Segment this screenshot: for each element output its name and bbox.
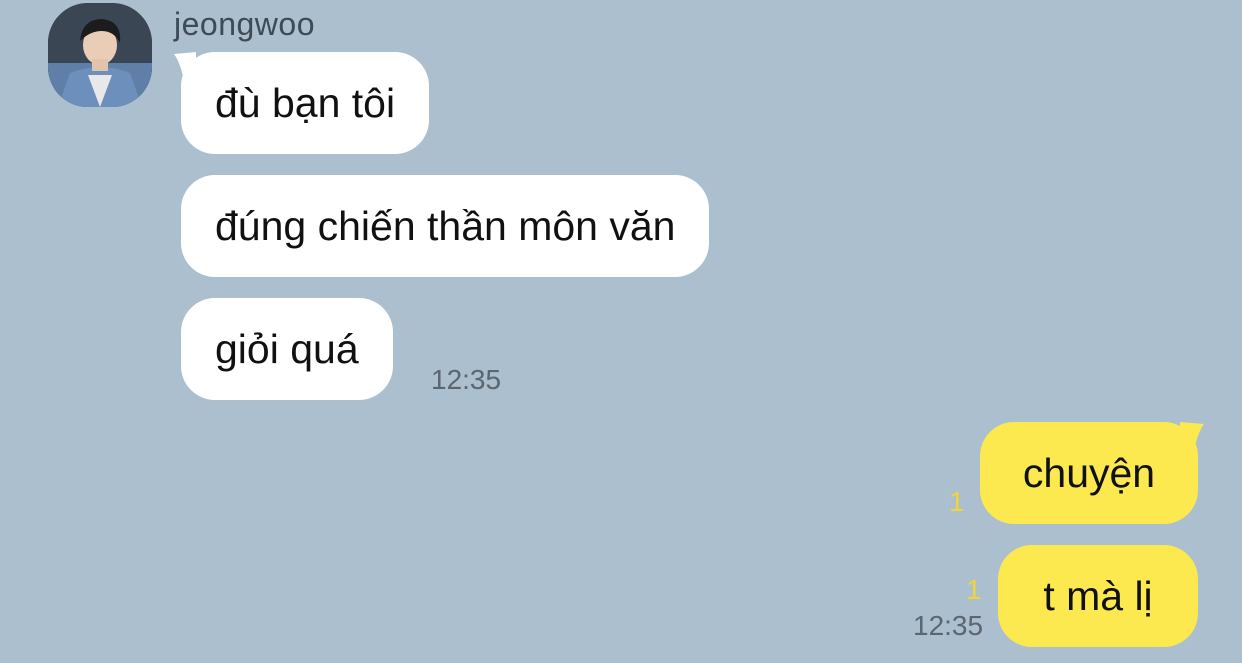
message-text: đù bạn tôi (215, 79, 396, 126)
profile-photo-icon (48, 3, 152, 107)
message-text: chuyện (1022, 449, 1156, 496)
outgoing-timestamp: 12:35 (913, 610, 984, 641)
message-text: giỏi quá (215, 325, 359, 372)
outgoing-message-bubble[interactable]: chuyện (980, 422, 1198, 524)
sender-name: jeongwoo (174, 6, 315, 42)
incoming-timestamp: 12:35 (431, 364, 502, 395)
incoming-message-bubble[interactable]: đúng chiến thần môn văn (181, 175, 710, 277)
incoming-message-bubble[interactable]: giỏi quá (181, 298, 393, 400)
unread-count: 1 (966, 574, 982, 605)
avatar[interactable] (48, 3, 152, 107)
outgoing-message-bubble[interactable]: t mà lị (998, 545, 1198, 647)
incoming-message-bubble[interactable]: đù bạn tôi (181, 52, 430, 154)
message-text: đúng chiến thần môn văn (215, 202, 676, 249)
unread-count: 1 (949, 486, 965, 517)
message-text: t mà lị (1043, 572, 1153, 619)
